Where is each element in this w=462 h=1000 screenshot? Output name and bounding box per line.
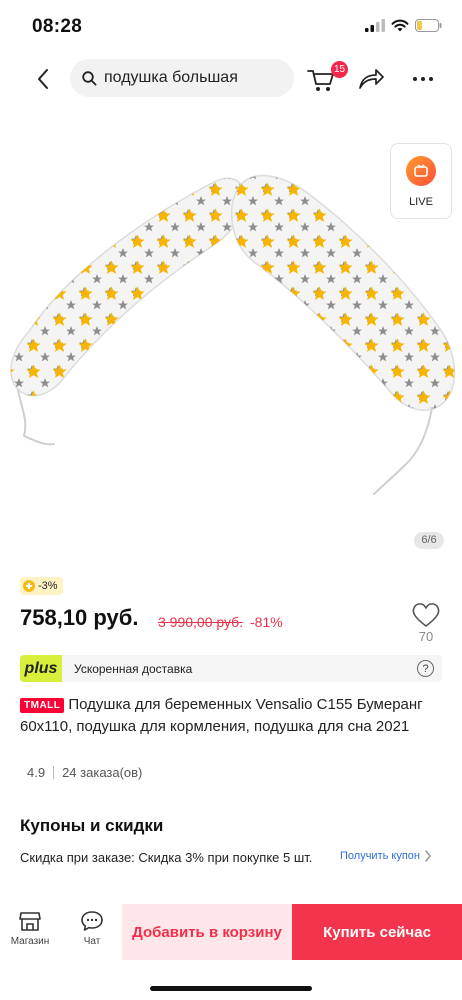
store-label: Магазин (10, 936, 50, 947)
more-button[interactable] (408, 64, 438, 94)
rating-divider (53, 766, 55, 779)
more-dots-icon (413, 77, 433, 81)
buy-now-button[interactable]: Купить сейчас (292, 904, 462, 960)
orders-count: 24 заказа(ов) (62, 765, 143, 780)
bottom-action-bar: Магазин Чат Добавить в корзину Купить се… (0, 902, 462, 962)
live-stream-icon (406, 156, 436, 186)
share-button[interactable] (356, 64, 386, 94)
current-price: 758,10 руб. (20, 605, 139, 630)
product-page: 08:28 подушка большая 15 LIVE 6/6 -3% 75… (0, 0, 462, 1000)
store-icon (19, 912, 41, 931)
cart-count-badge: 15 (331, 61, 349, 78)
live-label: LIVE (409, 196, 433, 208)
get-coupon-label: Получить купон (340, 850, 420, 862)
home-indicator (150, 986, 312, 991)
share-icon (359, 69, 384, 89)
old-price: 3 990,00 руб. (158, 614, 244, 630)
wishlist-count: 70 (418, 629, 434, 644)
rating-row[interactable]: 4.9 24 заказа(ов) (20, 765, 142, 780)
product-title-text: Подушка для беременных Vensalio C155 Бум… (20, 696, 423, 735)
wishlist-button[interactable] (410, 601, 442, 631)
chevron-left-icon (38, 69, 48, 89)
section-divider (0, 794, 462, 804)
status-icons (365, 19, 442, 32)
coupons-title: Купоны и скидки (20, 816, 164, 835)
tmall-badge: TMALL (20, 698, 65, 713)
add-to-cart-button[interactable]: Добавить в корзину (122, 904, 292, 960)
image-counter: 6/6 (414, 532, 444, 549)
delivery-text: Ускоренная доставка (74, 661, 193, 676)
plus-logo: plus (20, 655, 62, 682)
chat-label: Чат (83, 936, 101, 947)
status-bar: 08:28 (0, 0, 462, 54)
chevron-right-icon (425, 850, 431, 862)
battery-icon (415, 19, 442, 32)
live-button[interactable]: LIVE (390, 143, 452, 219)
rating-value: 4.9 (27, 765, 46, 780)
coin-icon (23, 580, 35, 592)
discount-chip-label: -3% (38, 580, 58, 592)
store-tab[interactable]: Магазин (6, 910, 54, 947)
back-button[interactable] (28, 64, 58, 94)
help-icon[interactable]: ? (417, 660, 434, 677)
chat-icon (81, 911, 103, 931)
coupon-text: Скидка при заказе: Скидка 3% при покупке… (20, 850, 313, 865)
nav-bar: подушка большая 15 (0, 56, 462, 102)
search-input[interactable]: подушка большая (70, 59, 294, 97)
search-icon (82, 70, 97, 85)
chat-tab[interactable]: Чат (68, 910, 116, 947)
status-time: 08:28 (32, 16, 83, 37)
discount-chip: -3% (20, 577, 63, 595)
get-coupon-link[interactable]: Получить купон (340, 850, 432, 862)
discount-percent: -81% (250, 614, 283, 630)
heart-icon (412, 603, 440, 627)
wifi-icon (391, 19, 409, 32)
signal-icon (365, 19, 385, 32)
product-title: TMALL Подушка для беременных Vensalio C15… (20, 694, 425, 737)
search-placeholder: подушка большая (104, 69, 238, 86)
plus-delivery-row[interactable]: plus Ускоренная доставка ? (20, 655, 442, 682)
